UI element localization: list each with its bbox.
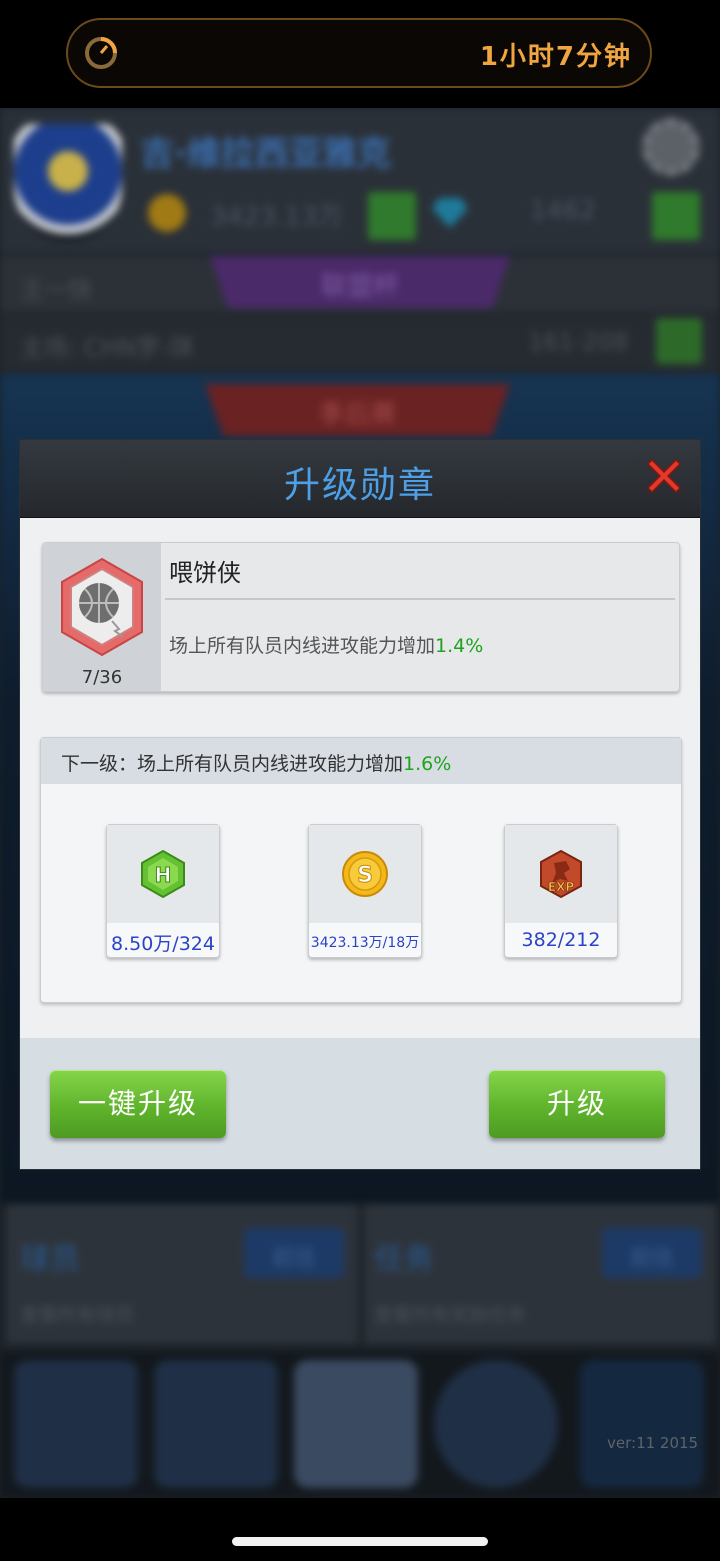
medal-icon-box: 7/36 — [43, 543, 161, 691]
diamond-balance: 1462 — [530, 196, 597, 226]
medal-effect-value: 1.4% — [435, 635, 484, 657]
medal-effect-text: 场上所有队员内线进攻能力增加 — [169, 635, 436, 657]
players-panel-sub: 查看所有球员 — [20, 1304, 135, 1326]
svg-text:S: S — [357, 863, 373, 888]
nav-chat-icon[interactable] — [434, 1360, 558, 1488]
tasks-panel: 任务 前往 查看所有奖励任务 — [364, 1204, 716, 1344]
team-crest-icon — [14, 124, 122, 242]
basketball-medal-icon — [61, 557, 143, 657]
match-row: 主场: CHN罗-琪 161-208 — [0, 314, 720, 372]
add-coins-button[interactable] — [368, 192, 416, 240]
coin-icon — [148, 194, 186, 232]
home-indicator[interactable] — [232, 1537, 488, 1546]
svg-text:EXP: EXP — [548, 880, 574, 894]
tasks-go-button[interactable]: 前往 — [602, 1228, 702, 1278]
dialog-header: 升级勋章 — [20, 440, 700, 518]
upgrade-button[interactable]: 升级 — [489, 1070, 665, 1138]
home-bar-area — [0, 1498, 720, 1561]
add-diamonds-button[interactable] — [652, 192, 700, 240]
nav-expand-icon[interactable] — [580, 1360, 704, 1488]
tasks-panel-sub: 查看所有奖励任务 — [374, 1304, 527, 1326]
cost-coin-value: 3423.13万/18万 — [310, 935, 420, 951]
timer-text: 1小时7分钟 — [479, 42, 632, 72]
close-icon[interactable] — [642, 454, 686, 498]
tasks-go-label: 前往 — [629, 1246, 674, 1271]
cost-item-exp-bg: EXP — [505, 825, 617, 923]
league-row-left: 王一快 — [20, 276, 92, 304]
status-bar: 1小时7分钟 — [0, 0, 720, 108]
svg-text:H: H — [155, 863, 172, 887]
dialog-title: 升级勋章 — [283, 465, 436, 506]
match-home-label: 主场: CHN罗-琪 — [20, 334, 194, 362]
cost-item-h[interactable]: H 8.50万/324 — [106, 824, 220, 958]
players-go-label: 前往 — [271, 1246, 316, 1271]
medal-effect: 场上所有队员内线进攻能力增加1.4% — [169, 631, 483, 658]
timer-icon — [85, 37, 117, 69]
playoffs-tab-label: 季后赛 — [318, 400, 397, 430]
next-level-header: 下一级：场上所有队员内线进攻能力增加1.6% — [41, 738, 681, 784]
nav-shop-icon[interactable] — [154, 1360, 278, 1488]
cost-item-h-bg: H — [107, 825, 219, 923]
settings-gear-icon[interactable] — [642, 118, 700, 176]
coin-balance: 3423.13万 — [210, 202, 344, 232]
nav-star-icon[interactable] — [14, 1360, 138, 1488]
cost-h-value: 8.50万/324 — [111, 933, 215, 955]
nav-arena-icon[interactable] — [294, 1360, 418, 1488]
cost-item-coin-bg: S — [309, 825, 421, 923]
next-level-value: 1.6% — [403, 753, 452, 775]
divider — [165, 598, 675, 600]
next-level-text: 下一级：场上所有队员内线进攻能力增加 — [61, 753, 404, 775]
gold-coin-icon: S — [342, 851, 388, 897]
match-go-button[interactable] — [656, 318, 702, 364]
cost-item-coin[interactable]: S 3423.13万/18万 — [308, 824, 422, 958]
upgrade-medal-dialog: 升级勋章 7/36 喂饼侠 场上所有队员内线进攻能力增加1.4% 下一级：场上所… — [20, 440, 700, 1169]
current-medal-card: 7/36 喂饼侠 场上所有队员内线进攻能力增加1.4% — [42, 542, 680, 692]
tasks-panel-title: 任务 — [374, 1242, 434, 1277]
players-panel: 球员 前往 查看所有球员 — [6, 1204, 358, 1344]
team-name: 吉·维拉西亚雅克 — [140, 134, 391, 174]
players-panel-title: 球员 — [20, 1242, 80, 1277]
league-cup-tab[interactable]: 联盟杯 — [210, 256, 510, 308]
league-cup-tab-label: 联盟杯 — [320, 272, 399, 302]
next-level-effect: 下一级：场上所有队员内线进攻能力增加1.6% — [61, 749, 451, 776]
next-level-card: 下一级：场上所有队员内线进攻能力增加1.6% H 8.50万/324 S 342… — [40, 737, 682, 1003]
cost-exp-value: 382/212 — [521, 929, 601, 951]
cost-item-exp[interactable]: EXP 382/212 — [504, 824, 618, 958]
playoffs-tab[interactable]: 季后赛 — [205, 384, 510, 436]
version-label: ver:11 2015 — [607, 1434, 699, 1452]
exp-icon: EXP — [540, 849, 582, 899]
screen-time-pill: 1小时7分钟 — [66, 18, 652, 88]
medal-count: 7/36 — [81, 667, 123, 688]
medal-name: 喂饼侠 — [169, 559, 241, 587]
h-hexagon-icon: H — [141, 849, 185, 899]
players-go-button[interactable]: 前往 — [244, 1228, 344, 1278]
match-score: 161-208 — [528, 328, 629, 356]
one-key-upgrade-button[interactable]: 一键升级 — [50, 1070, 226, 1138]
